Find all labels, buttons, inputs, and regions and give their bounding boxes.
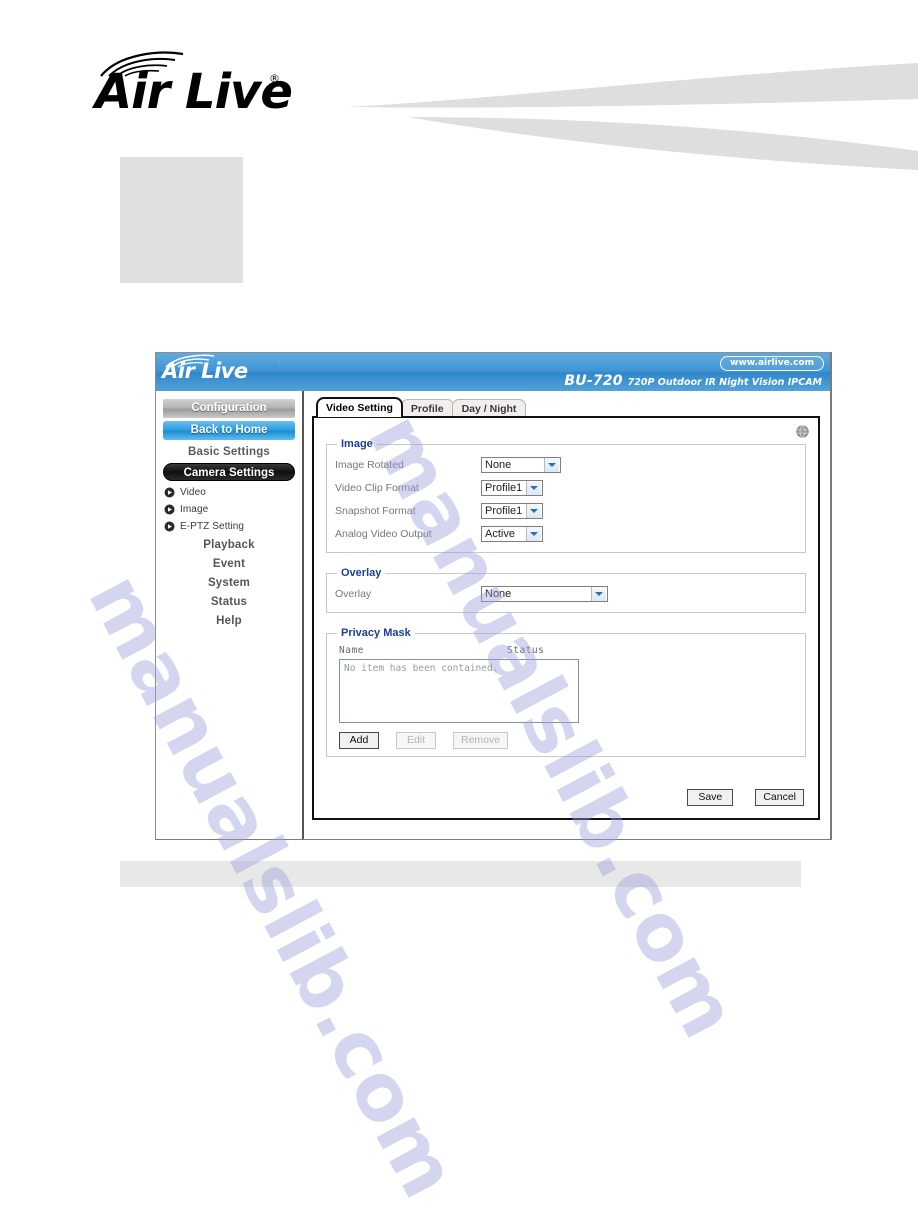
field-image-rotated: Image Rotated None [335, 453, 797, 476]
remove-button: Remove [453, 732, 509, 749]
select-value: Active [485, 527, 515, 540]
field-snapshot-format: Snapshot Format Profile1 [335, 499, 797, 522]
sidebar-item-status[interactable]: Status [162, 596, 296, 608]
device-body: Configuration Back to Home Basic Setting… [156, 391, 830, 839]
sidebar-item-label: E-PTZ Setting [180, 521, 245, 532]
airlive-logo: Air Live ® [95, 50, 295, 120]
empty-list-message: No item has been contained. [344, 663, 499, 674]
device-header-bar: Air Live ´ www.airlive.com BU-720 720P Ou… [156, 353, 830, 391]
cancel-button[interactable]: Cancel [755, 789, 804, 806]
sidebar-item-back-to-home[interactable]: Back to Home [163, 421, 295, 440]
field-label: Image Rotated [335, 458, 404, 471]
logo-wordmark: Air Live [95, 64, 293, 120]
image-rotated-select[interactable]: None [481, 456, 561, 473]
sidebar-item-basic-settings[interactable]: Basic Settings [162, 446, 296, 458]
select-value: Profile1 [485, 504, 523, 517]
chevron-down-icon [544, 457, 559, 472]
field-video-clip-format: Video Clip Format Profile1 [335, 476, 797, 499]
help-globe-icon[interactable] [796, 425, 809, 438]
field-label: Video Clip Format [335, 481, 419, 494]
snapshot-format-select[interactable]: Profile1 [481, 502, 543, 519]
select-value: None [485, 587, 512, 600]
column-header-name: Name [339, 645, 364, 656]
chevron-down-icon [526, 526, 541, 541]
save-button[interactable]: Save [687, 789, 734, 806]
form-action-buttons: Save Cancel [687, 789, 804, 806]
sidebar-item-event[interactable]: Event [162, 558, 296, 570]
column-header-status: Status [507, 645, 545, 656]
tab-bar: Video Setting Profile Day / Night [316, 397, 820, 417]
privacy-mask-section: Privacy Mask Name Status No item has bee… [326, 627, 806, 757]
device-model-name: BU-720 [564, 373, 623, 389]
sidebar-item-image[interactable]: Image [162, 504, 296, 515]
field-analog-video-output: Analog Video Output Active [335, 522, 797, 545]
play-bullet-icon [164, 521, 175, 532]
chevron-down-icon [591, 586, 606, 601]
sidebar-item-e-ptz-setting[interactable]: E-PTZ Setting [162, 521, 296, 532]
select-value: None [485, 458, 512, 471]
device-logo-registered-mark: ´ [279, 362, 282, 369]
privacy-mask-column-headers: Name Status [339, 645, 797, 656]
field-label: Overlay [335, 587, 372, 600]
overlay-select[interactable]: None [481, 585, 608, 602]
analog-video-output-select[interactable]: Active [481, 525, 543, 542]
sidebar: Configuration Back to Home Basic Setting… [156, 391, 304, 839]
play-bullet-icon [164, 504, 175, 515]
device-model-description: 720P Outdoor IR Night Vision IPCAM [627, 377, 822, 388]
sidebar-item-label: Video [180, 487, 206, 498]
add-button[interactable]: Add [339, 732, 379, 749]
sidebar-item-camera-settings[interactable]: Camera Settings [163, 463, 295, 481]
page-footer-bar [120, 861, 801, 887]
device-model-line: BU-720 720P Outdoor IR Night Vision IPCAM [564, 370, 822, 389]
decorative-swoosh [348, 63, 918, 170]
play-bullet-icon [164, 487, 175, 498]
manual-page-header: Air Live ® [0, 0, 918, 283]
overlay-section-legend: Overlay [341, 567, 382, 579]
tab-video-setting[interactable]: Video Setting [316, 397, 403, 417]
sidebar-item-configuration[interactable]: Configuration [163, 399, 295, 418]
image-section: Image Image Rotated None Video Clip Form… [326, 438, 806, 553]
tab-day-night[interactable]: Day / Night [451, 399, 527, 417]
privacy-mask-section-legend: Privacy Mask [341, 627, 411, 639]
image-section-legend: Image [341, 438, 373, 450]
chevron-down-icon [526, 480, 541, 495]
sidebar-item-help[interactable]: Help [162, 615, 296, 627]
sidebar-item-playback[interactable]: Playback [162, 539, 296, 551]
overlay-section: Overlay Overlay None [326, 567, 806, 613]
privacy-mask-list[interactable]: No item has been contained. [339, 659, 579, 723]
sidebar-item-system[interactable]: System [162, 577, 296, 589]
privacy-mask-buttons: Add Edit Remove [339, 732, 797, 749]
sidebar-item-video[interactable]: Video [162, 487, 296, 498]
edit-button: Edit [396, 732, 436, 749]
tab-profile[interactable]: Profile [400, 399, 454, 417]
sidebar-item-label: Image [180, 504, 209, 515]
select-value: Profile1 [485, 481, 523, 494]
device-web-ui-screenshot: Air Live ´ www.airlive.com BU-720 720P Ou… [155, 352, 832, 840]
content-area: Video Setting Profile Day / Night Image … [304, 391, 830, 839]
field-label: Analog Video Output [335, 527, 432, 540]
field-label: Snapshot Format [335, 504, 416, 517]
image-placeholder-box [120, 157, 243, 283]
field-overlay: Overlay None [335, 582, 797, 605]
settings-panel: Image Image Rotated None Video Clip Form… [312, 416, 820, 820]
airlive-url-badge[interactable]: www.airlive.com [720, 356, 824, 371]
logo-registered-mark: ® [269, 72, 280, 85]
video-clip-format-select[interactable]: Profile1 [481, 479, 543, 496]
chevron-down-icon [526, 503, 541, 518]
device-logo-wordmark: Air Live [162, 359, 248, 383]
